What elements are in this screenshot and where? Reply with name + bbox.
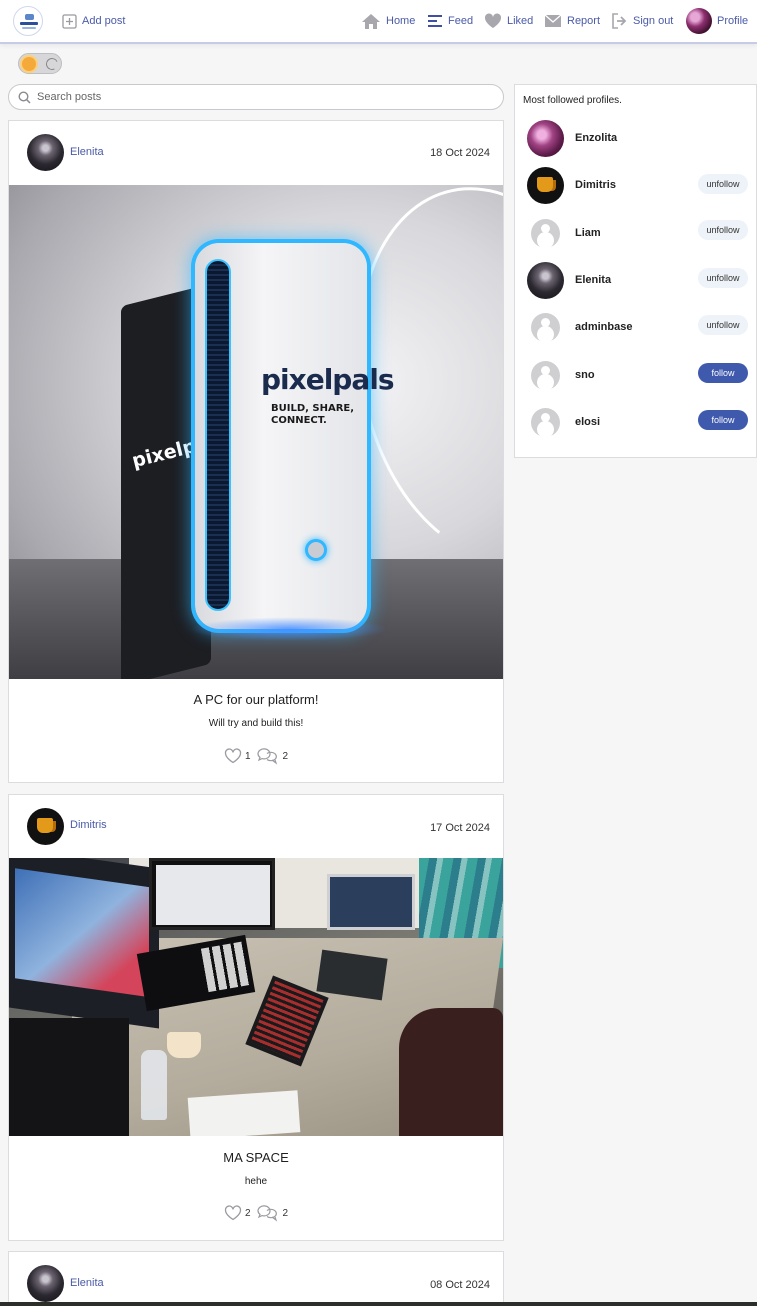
menu-lines-icon xyxy=(428,15,442,27)
home-label: Home xyxy=(386,15,416,27)
profile-link[interactable]: Profile xyxy=(686,8,748,34)
envelope-icon xyxy=(544,14,562,27)
avatar[interactable] xyxy=(527,357,564,394)
bottom-bar xyxy=(0,1302,757,1306)
search-icon xyxy=(18,90,31,104)
avatar xyxy=(686,8,712,34)
logo[interactable] xyxy=(13,6,43,36)
avatar[interactable] xyxy=(527,120,564,157)
image-tagline: BUILD, SHARE, CONNECT. xyxy=(271,403,355,426)
add-post-link[interactable]: Add post xyxy=(62,11,125,31)
image-brand: pixelpals xyxy=(261,363,394,396)
search-bar xyxy=(8,84,504,110)
post-card: Elenita 08 Oct 2024 xyxy=(8,1251,504,1306)
unfollow-button[interactable]: unfollow xyxy=(698,174,748,194)
avatar[interactable] xyxy=(527,309,564,346)
plus-square-icon xyxy=(62,13,77,29)
home-icon xyxy=(362,13,380,29)
profile-row: Elenita unfollow xyxy=(515,260,756,300)
heart-outline-icon[interactable] xyxy=(224,748,242,764)
post-date: 17 Oct 2024 xyxy=(430,822,490,834)
post-body: hehe xyxy=(244,1176,268,1187)
feed-link[interactable]: Feed xyxy=(427,11,473,31)
post-title: A PC for our platform! xyxy=(193,692,319,707)
avatar[interactable] xyxy=(27,808,64,845)
post-header: Dimitris 17 Oct 2024 xyxy=(9,795,503,859)
avatar[interactable] xyxy=(527,167,564,204)
sidebar-title: Most followed profiles. xyxy=(523,95,622,106)
comments-icon[interactable] xyxy=(256,1204,280,1222)
post-image[interactable]: pixelpals pixelpals BUILD, SHARE, CONNEC… xyxy=(9,185,503,679)
post-stats: 2 2 xyxy=(9,1204,503,1222)
like-count: 1 xyxy=(244,750,251,762)
navbar: Add post Home Feed Liked Report Sign out xyxy=(0,0,757,44)
follow-button[interactable]: follow xyxy=(698,363,748,383)
profile-label: Profile xyxy=(717,15,749,27)
post-image[interactable] xyxy=(9,858,503,1136)
avatar[interactable] xyxy=(527,215,564,252)
post-title: MA SPACE xyxy=(223,1150,289,1165)
profile-name[interactable]: Dimitris xyxy=(575,179,616,191)
profile-name[interactable]: Enzolita xyxy=(575,132,617,144)
theme-toggle[interactable] xyxy=(18,53,62,74)
sign-out-link[interactable]: Sign out xyxy=(611,11,673,31)
post-author[interactable]: Elenita xyxy=(70,1277,104,1289)
heart-outline-icon[interactable] xyxy=(224,1205,242,1221)
unfollow-button[interactable]: unfollow xyxy=(698,315,748,335)
report-link[interactable]: Report xyxy=(544,11,600,31)
sign-out-icon xyxy=(612,13,627,29)
profile-name[interactable]: sno xyxy=(575,369,595,381)
profile-row: adminbase unfollow xyxy=(515,307,756,347)
unfollow-button[interactable]: unfollow xyxy=(698,268,748,288)
avatar[interactable] xyxy=(527,404,564,441)
post-header: Elenita 18 Oct 2024 xyxy=(9,121,503,185)
report-label: Report xyxy=(567,15,601,27)
post-date: 08 Oct 2024 xyxy=(430,1279,490,1291)
unfollow-button[interactable]: unfollow xyxy=(698,220,748,240)
add-post-label: Add post xyxy=(82,15,126,27)
moon-icon xyxy=(44,56,60,72)
post-date: 18 Oct 2024 xyxy=(430,147,490,159)
post-stats: 1 2 xyxy=(9,747,503,765)
profile-name[interactable]: elosi xyxy=(575,416,600,428)
sign-out-label: Sign out xyxy=(633,15,674,27)
profile-row: Liam unfollow xyxy=(515,213,756,253)
profile-name[interactable]: adminbase xyxy=(575,321,632,333)
post-author[interactable]: Elenita xyxy=(70,146,104,158)
like-count: 2 xyxy=(244,1207,251,1219)
comments-icon[interactable] xyxy=(256,747,280,765)
feed-label: Feed xyxy=(448,15,474,27)
most-followed-sidebar: Most followed profiles. Enzolita Dimitri… xyxy=(514,84,757,458)
avatar[interactable] xyxy=(27,1265,64,1302)
avatar[interactable] xyxy=(27,134,64,171)
liked-link[interactable]: Liked xyxy=(484,11,533,31)
post-body: Will try and build this! xyxy=(208,718,304,729)
home-link[interactable]: Home xyxy=(361,11,415,31)
post-header: Elenita 08 Oct 2024 xyxy=(9,1252,503,1306)
profile-row: sno follow xyxy=(515,355,756,395)
profile-name[interactable]: Elenita xyxy=(575,274,611,286)
search-input[interactable] xyxy=(37,91,477,103)
post-author[interactable]: Dimitris xyxy=(70,819,107,831)
profile-row: elosi follow xyxy=(515,402,756,442)
follow-button[interactable]: follow xyxy=(698,410,748,430)
avatar[interactable] xyxy=(527,262,564,299)
comment-count: 2 xyxy=(282,750,289,762)
sun-icon xyxy=(22,57,36,71)
post-card: Dimitris 17 Oct 2024 MA SPACE hehe 2 2 xyxy=(8,794,504,1241)
profile-name[interactable]: Liam xyxy=(575,227,601,239)
comment-count: 2 xyxy=(282,1207,289,1219)
post-card: Elenita 18 Oct 2024 pixelpals pixelpals … xyxy=(8,120,504,783)
liked-label: Liked xyxy=(507,15,534,27)
profile-row: Dimitris unfollow xyxy=(515,165,756,205)
profile-row: Enzolita xyxy=(515,118,756,158)
heart-icon xyxy=(484,13,502,28)
